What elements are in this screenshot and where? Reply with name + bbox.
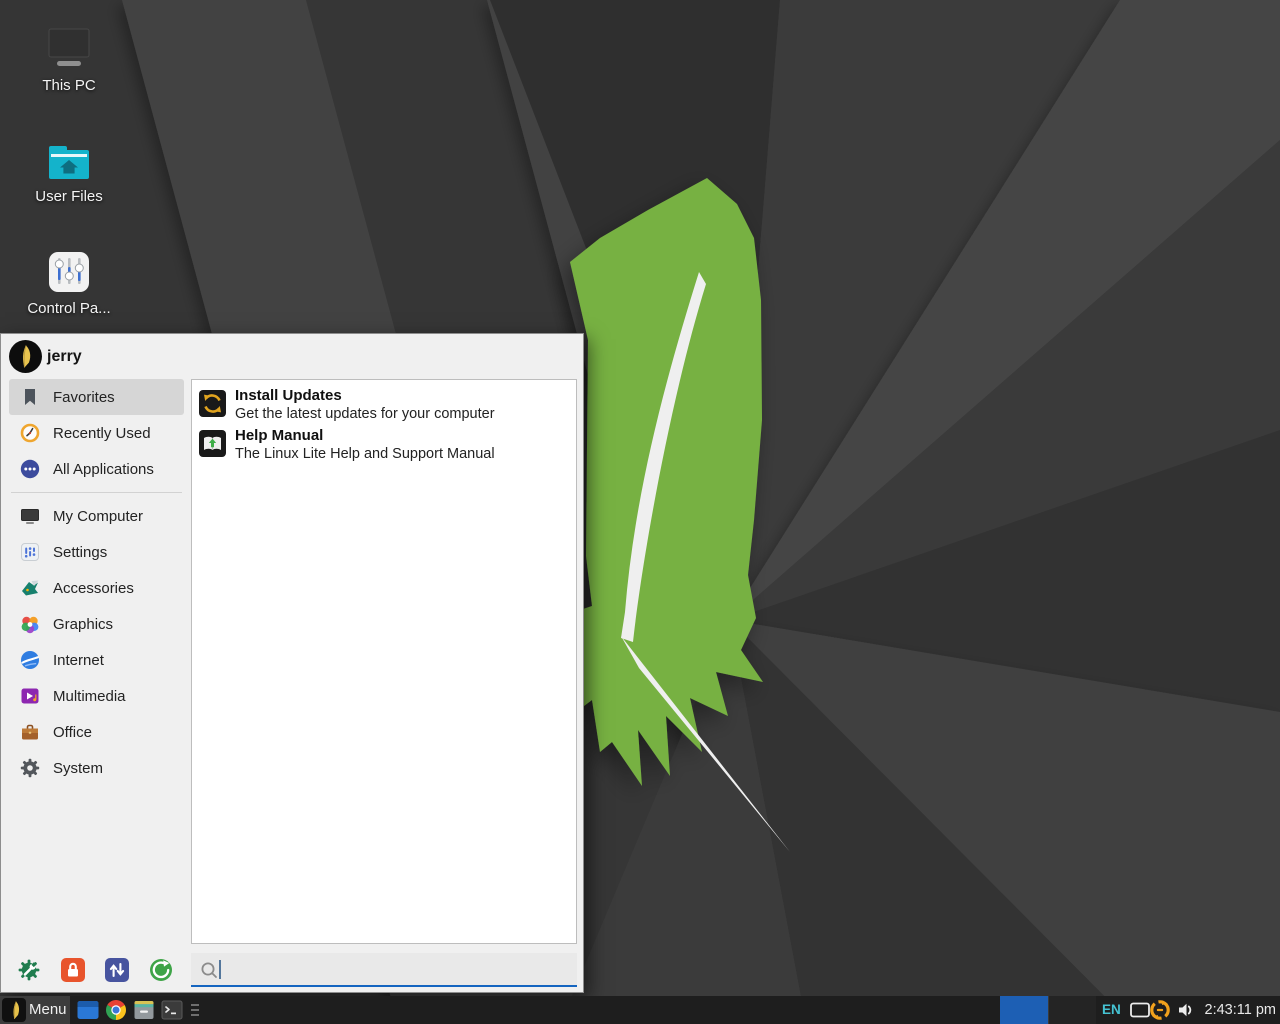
sidebar-item-label: All Applications	[53, 461, 154, 478]
office-icon	[19, 721, 41, 743]
sidebar-item-label: Recently Used	[53, 425, 151, 442]
applications-panel: Install Updates Get the latest updates f…	[191, 379, 577, 944]
sidebar-item-all-applications[interactable]: All Applications	[9, 451, 184, 487]
clock[interactable]: 2:43:11 pm	[1202, 996, 1276, 1024]
workspace-switcher[interactable]	[1000, 996, 1096, 1024]
lock-screen-icon[interactable]	[61, 958, 85, 982]
desktop-icon-control-panel[interactable]: Control Pa...	[19, 250, 119, 317]
switch-user-icon[interactable]	[105, 958, 129, 982]
file-manager-icon[interactable]	[76, 998, 100, 1022]
app-item-help-manual[interactable]: Help Manual The Linux Lite Help and Supp…	[198, 426, 570, 463]
computer-icon	[45, 27, 93, 71]
bookmark-icon	[19, 386, 41, 408]
app-item-title: Help Manual	[235, 426, 495, 445]
app-item-install-updates[interactable]: Install Updates Get the latest updates f…	[198, 386, 570, 423]
updates-available-icon[interactable]	[1149, 999, 1171, 1024]
sidebar-item-favorites[interactable]: Favorites	[9, 379, 184, 415]
linux-lite-feather-icon	[2, 998, 26, 1024]
workspace-1-active[interactable]	[1000, 996, 1048, 1024]
menu-actions	[17, 953, 173, 986]
sidebar-item-my-computer[interactable]: My Computer	[9, 498, 184, 534]
help-manual-icon	[199, 430, 226, 457]
folder-home-icon	[45, 142, 93, 182]
multimedia-icon	[19, 685, 41, 707]
sidebar-item-label: Accessories	[53, 580, 134, 597]
all-apps-icon	[19, 458, 41, 480]
sidebar-item-internet[interactable]: Internet	[9, 642, 184, 678]
system-icon	[19, 757, 41, 779]
desktop-icon-label: This PC	[19, 77, 119, 94]
sidebar-item-label: Internet	[53, 652, 104, 669]
workspace-2[interactable]	[1048, 996, 1096, 1024]
sidebar-item-multimedia[interactable]: Multimedia	[9, 678, 184, 714]
sidebar-item-graphics[interactable]: Graphics	[9, 606, 184, 642]
text-caret	[219, 960, 221, 979]
computer-icon	[19, 505, 41, 527]
taskbar-menu-button[interactable]: Menu	[0, 996, 70, 1024]
chrome-icon[interactable]	[104, 998, 128, 1022]
menu-sidebar: Favorites Recently Used	[9, 379, 184, 786]
search-icon	[199, 960, 219, 980]
desktop-icon-label: Control Pa...	[19, 300, 119, 317]
menu-search	[191, 953, 577, 987]
sidebar-item-label: Graphics	[53, 616, 113, 633]
sidebar-separator	[11, 492, 182, 493]
menu-header: jerry	[1, 334, 583, 379]
sidebar-item-label: Settings	[53, 544, 107, 561]
whisker-menu: jerry Favorites Recently Used	[0, 333, 584, 993]
sidebar-item-label: Multimedia	[53, 688, 126, 705]
settings-manager-icon[interactable]	[17, 958, 41, 982]
clock-icon	[19, 422, 41, 444]
internet-icon	[19, 649, 41, 671]
install-updates-icon	[199, 390, 226, 417]
desktop-icon-this-pc[interactable]: This PC	[19, 27, 119, 94]
username: jerry	[47, 334, 82, 379]
sidebar-item-label: System	[53, 760, 103, 777]
taskbar: Menu	[0, 996, 1280, 1024]
user-avatar-icon[interactable]	[9, 340, 42, 373]
accessories-icon	[19, 577, 41, 599]
file-cabinet-icon[interactable]	[132, 998, 156, 1022]
display-icon[interactable]	[1129, 999, 1151, 1024]
desktop: This PC User Files Control Pa...	[0, 0, 1280, 1024]
terminal-icon[interactable]	[160, 998, 184, 1022]
app-item-title: Install Updates	[235, 386, 495, 405]
menu-button-label: Menu	[29, 996, 67, 1024]
settings-icon	[19, 541, 41, 563]
sidebar-item-office[interactable]: Office	[9, 714, 184, 750]
desktop-icon-user-files[interactable]: User Files	[19, 142, 119, 205]
sidebar-item-accessories[interactable]: Accessories	[9, 570, 184, 606]
desktop-icon-label: User Files	[19, 188, 119, 205]
sidebar-item-recently-used[interactable]: Recently Used	[9, 415, 184, 451]
search-input[interactable]	[227, 953, 571, 987]
sidebar-item-label: Favorites	[53, 389, 115, 406]
sidebar-item-settings[interactable]: Settings	[9, 534, 184, 570]
sidebar-item-system[interactable]: System	[9, 750, 184, 786]
graphics-icon	[19, 613, 41, 635]
app-item-subtitle: The Linux Lite Help and Support Manual	[235, 445, 495, 463]
sidebar-item-label: Office	[53, 724, 92, 741]
sidebar-item-label: My Computer	[53, 508, 143, 525]
keyboard-layout-indicator[interactable]: EN	[1102, 996, 1121, 1024]
panel-handle[interactable]	[191, 1003, 199, 1017]
quit-icon[interactable]	[149, 958, 173, 982]
volume-icon[interactable]	[1176, 999, 1198, 1024]
control-panel-icon	[47, 250, 91, 294]
app-item-subtitle: Get the latest updates for your computer	[235, 405, 495, 423]
